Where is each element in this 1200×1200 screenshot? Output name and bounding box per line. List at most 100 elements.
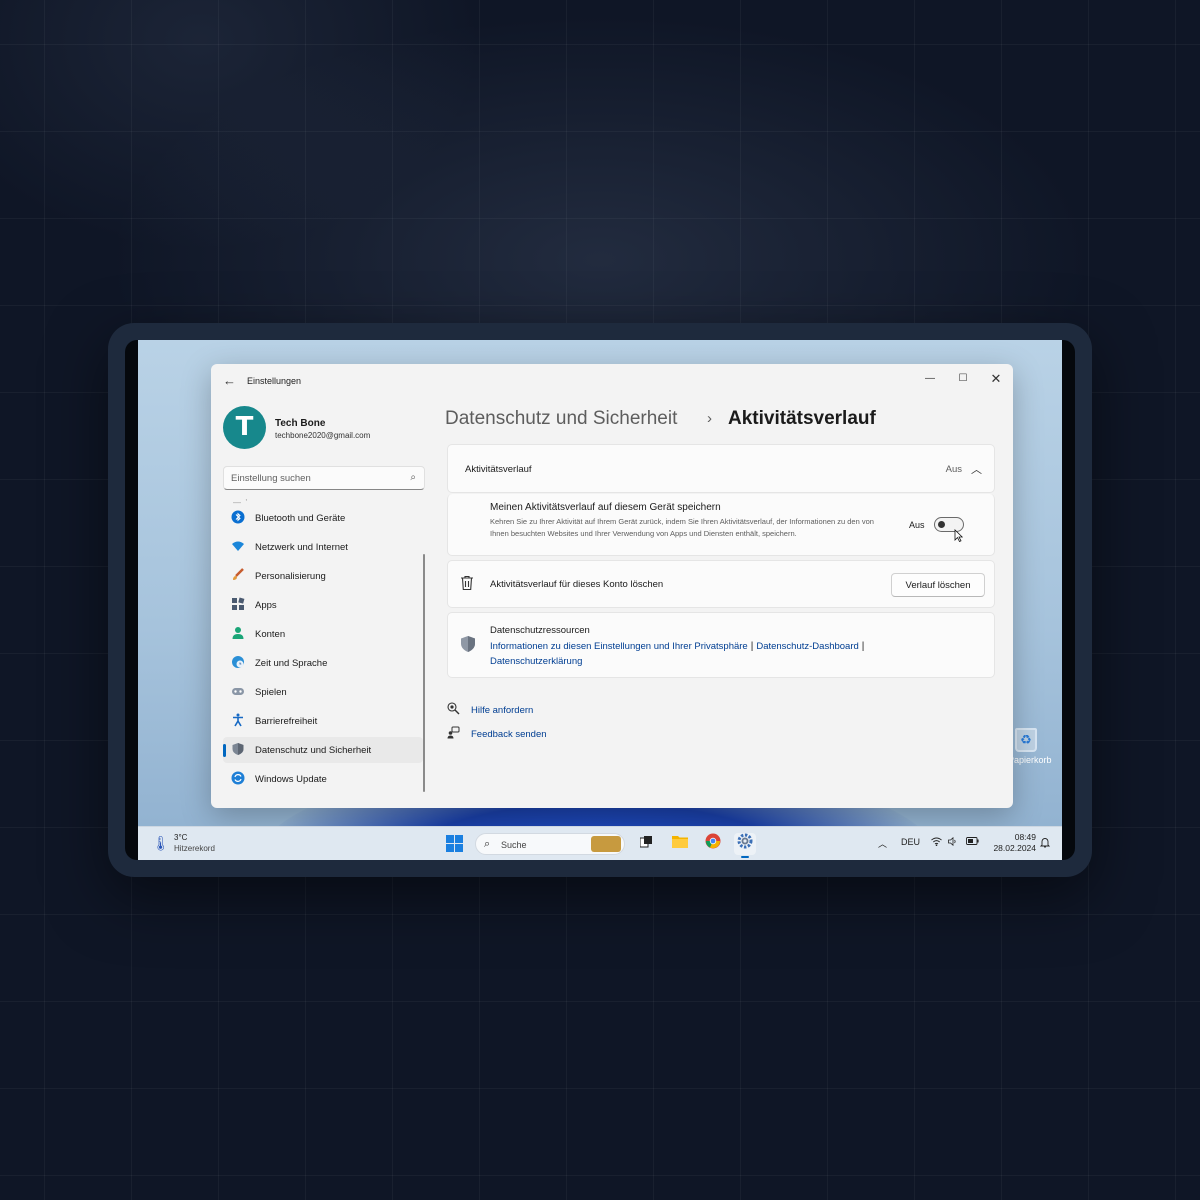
recycle-bin-icon: ♻: [1015, 728, 1037, 752]
notification-bell-icon[interactable]: [1039, 837, 1051, 850]
sidebar-item-label: Personalisierung: [255, 571, 326, 582]
chevron-up-icon[interactable]: ︿: [971, 461, 982, 477]
thermometer-icon: 🌡: [152, 835, 170, 851]
sidebar-item-label: Apps: [255, 600, 277, 611]
sidebar-item-accounts[interactable]: Konten: [223, 621, 423, 647]
activity-history-expander[interactable]: Aktivitätsverlauf Aus ︿: [447, 444, 995, 493]
sidebar-item-label: Windows Update: [255, 774, 327, 785]
breadcrumb-parent[interactable]: Datenschutz und Sicherheit: [445, 408, 677, 430]
title-bar: ← Einstellungen — ☐ ✕: [211, 364, 1013, 398]
clear-history-button[interactable]: Verlauf löschen: [891, 573, 985, 597]
chrome-icon[interactable]: [702, 833, 724, 855]
app-title: Einstellungen: [247, 376, 302, 386]
user-email: techbone2020@gmail.com: [275, 431, 371, 440]
task-view-icon[interactable]: [635, 833, 657, 855]
sidebar-item-label: Zeit und Sprache: [255, 658, 328, 669]
language-indicator[interactable]: DEU: [901, 837, 920, 847]
windows-logo-icon: [446, 835, 454, 843]
weather-desc: Hitzerekord: [174, 844, 215, 853]
expander-title: Aktivitätsverlauf: [465, 464, 532, 475]
sidebar-item-time-language[interactable]: Zeit und Sprache: [223, 650, 423, 676]
get-help-label: Hilfe anfordern: [471, 705, 534, 716]
sidebar-item-apps[interactable]: Apps: [223, 592, 423, 618]
sidebar-item-label: Netzwerk und Internet: [255, 542, 348, 553]
sidebar-item-accessibility[interactable]: Barrierefreiheit: [223, 708, 423, 734]
sidebar-item-label: Konten: [255, 629, 286, 640]
help-chat-icon: [447, 702, 460, 718]
sidebar-item-privacy-security[interactable]: Datenschutz und Sicherheit: [223, 737, 423, 763]
send-feedback-label: Feedback senden: [471, 729, 547, 740]
tablet-bezel: ♻ Papierkorb ← Einstellungen — ☐ ✕ T Tec…: [125, 340, 1075, 860]
sidebar-item-gaming[interactable]: Spielen: [223, 679, 423, 705]
windows-logo-tile: [455, 844, 463, 852]
settings-gear-icon[interactable]: [734, 833, 756, 858]
start-button[interactable]: [446, 835, 463, 852]
setting-description: Kehren Sie zu Ihrer Aktivität auf Ihrem …: [490, 517, 874, 538]
clock-time: 08:49: [1014, 832, 1036, 842]
file-explorer-icon[interactable]: [669, 833, 691, 855]
send-feedback-link[interactable]: Feedback senden: [447, 726, 647, 744]
expander-state: Aus: [945, 464, 962, 475]
tablet-frame: ♻ Papierkorb ← Einstellungen — ☐ ✕ T Tec…: [108, 323, 1092, 877]
weather-temp: 3°C: [174, 833, 188, 842]
link-divider: |: [750, 641, 754, 652]
sidebar-item-bluetooth[interactable]: Bluetooth und Geräte: [223, 505, 423, 531]
toggle-knob: [938, 521, 945, 528]
windows-logo-tile: [446, 844, 454, 852]
apps-icon: [231, 597, 245, 611]
sidebar-item-label: Spielen: [255, 687, 287, 698]
user-name: Tech Bone: [275, 418, 326, 429]
feedback-icon: [447, 726, 460, 742]
recycle-bin-shortcut[interactable]: ♻ Papierkorb: [1008, 728, 1052, 776]
taskbar-search[interactable]: ⌕ Suche: [475, 833, 625, 855]
shield-icon: [231, 742, 245, 756]
back-arrow-icon[interactable]: ←: [223, 373, 236, 388]
chevron-right-icon: ›: [707, 410, 712, 427]
sidebar-item-network[interactable]: Netzwerk und Internet: [223, 534, 423, 560]
sidebar-item-windows-update[interactable]: Windows Update: [223, 766, 423, 792]
delete-history-label: Aktivitätsverlauf für dieses Konto lösch…: [490, 579, 664, 590]
store-history-setting: Meinen Aktivitätsverlauf auf diesem Gerä…: [447, 494, 995, 556]
gamepad-icon: [231, 684, 245, 698]
sidebar-item-personalization[interactable]: Personalisierung: [223, 563, 423, 589]
active-indicator: [223, 744, 226, 757]
avatar: T: [223, 406, 266, 449]
weather-widget[interactable]: 🌡 3°C Hitzerekord: [152, 833, 242, 857]
minimize-icon[interactable]: —: [915, 368, 945, 390]
toggle-state-label: Aus: [909, 520, 925, 530]
resources-title: Datenschutzressourcen: [490, 625, 590, 636]
page-title: Aktivitätsverlauf: [728, 408, 876, 429]
sidebar-item-label: Bluetooth und Geräte: [255, 513, 346, 524]
maximize-icon[interactable]: ☐: [948, 368, 978, 390]
brush-icon: [231, 568, 245, 582]
sidebar-scrollbar[interactable]: [423, 554, 425, 792]
sidebar-nav: — ' Bluetooth und Geräte Netzwerk und In…: [223, 498, 423, 804]
sidebar-item-label: Barrierefreiheit: [255, 716, 318, 727]
chevron-up-icon[interactable]: ︿: [878, 837, 887, 850]
settings-window: ← Einstellungen — ☐ ✕ T Tech Bone techbo…: [211, 364, 1013, 808]
update-icon: [231, 771, 245, 785]
get-help-link[interactable]: Hilfe anfordern: [447, 702, 647, 720]
taskbar-search-label: Suche: [501, 840, 527, 850]
clock[interactable]: 08:49 28.02.2024: [986, 832, 1036, 854]
privacy-resources-card: Datenschutzressourcen Informationen zu d…: [447, 612, 995, 678]
privacy-statement-link[interactable]: Datenschutzerklärung: [490, 656, 582, 667]
close-icon[interactable]: ✕: [981, 368, 1011, 390]
desktop-screen: ♻ Papierkorb ← Einstellungen — ☐ ✕ T Tec…: [138, 340, 1062, 860]
person-icon: [231, 626, 245, 640]
speaker-icon[interactable]: [948, 836, 958, 848]
search-highlight-image: [591, 836, 621, 852]
wifi-icon: [231, 539, 245, 553]
battery-icon[interactable]: [966, 837, 979, 847]
delete-history-card: Aktivitätsverlauf für dieses Konto lösch…: [447, 560, 995, 608]
bluetooth-icon: [231, 510, 245, 524]
trash-icon: [460, 575, 474, 594]
wifi-icon[interactable]: [931, 837, 942, 848]
search-icon[interactable]: ⌕: [410, 472, 416, 483]
search-input[interactable]: [224, 467, 394, 489]
user-profile[interactable]: T Tech Bone techbone2020@gmail.com: [223, 406, 423, 452]
privacy-dashboard-link[interactable]: Datenschutz-Dashboard: [756, 641, 858, 652]
privacy-info-link[interactable]: Informationen zu diesen Einstellungen un…: [490, 641, 748, 652]
sidebar-item-label: Datenschutz und Sicherheit: [255, 745, 372, 756]
link-divider: |: [861, 641, 865, 652]
